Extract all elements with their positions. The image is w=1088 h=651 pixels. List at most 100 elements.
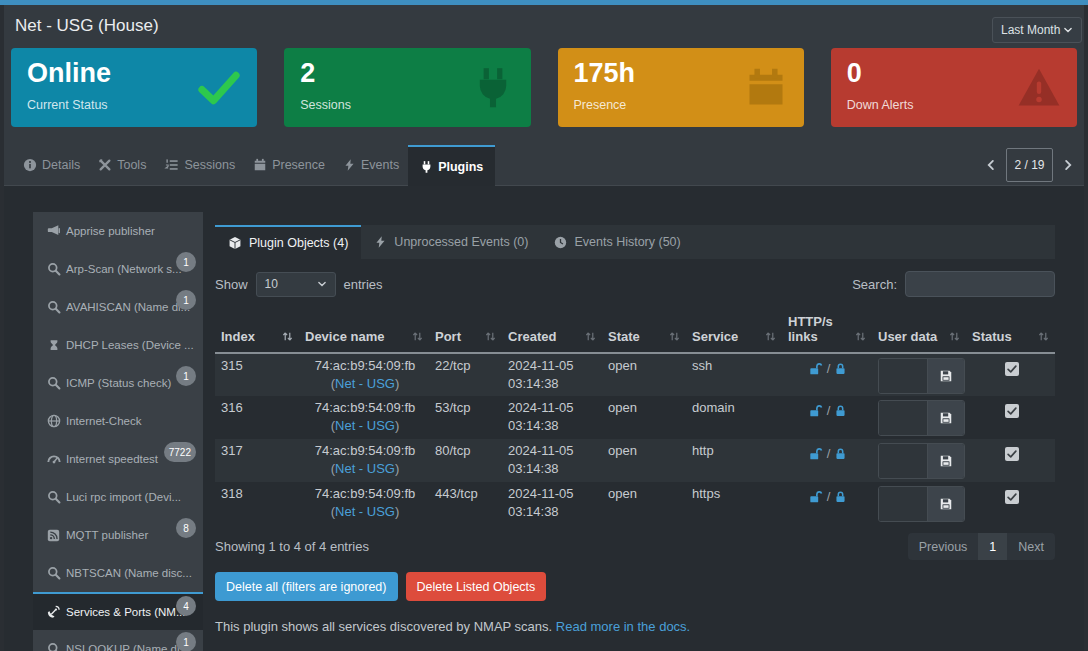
period-selector[interactable]: Last Month — [992, 17, 1082, 43]
chevron-right-icon[interactable] — [1062, 158, 1074, 172]
status-checkbox[interactable] — [1005, 490, 1019, 504]
sidebar-item-badge: 1 — [176, 290, 196, 310]
column-header-label: Device name — [305, 329, 385, 344]
warning-icon — [1016, 66, 1062, 110]
sidebar-item[interactable]: AVAHISCAN (Name di...1 — [33, 288, 203, 326]
tab-sessions[interactable]: Sessions — [155, 145, 244, 185]
plugin-tab[interactable]: Plugin Objects (4) — [215, 225, 361, 259]
user-data-input[interactable] — [879, 487, 927, 521]
column-header-service[interactable]: Service — [686, 305, 782, 353]
column-header-user-data[interactable]: User data — [872, 305, 966, 353]
device-mac: 74:ac:b9:54:09:fb — [305, 442, 425, 460]
column-header-label: Port — [435, 329, 461, 344]
sidebar-item[interactable]: Internet speedtest7722 — [33, 440, 203, 478]
https-link-icon[interactable] — [834, 447, 847, 461]
column-header-device-name[interactable]: Device name — [299, 305, 429, 353]
sort-icon — [281, 330, 294, 343]
device-link[interactable]: Net - USG — [335, 376, 395, 391]
sidebar-item[interactable]: MQTT publisher8 — [33, 516, 203, 554]
save-user-data-button[interactable] — [927, 487, 964, 521]
cell-index: 316 — [215, 396, 299, 439]
user-data-widget — [878, 486, 965, 522]
sidebar-item-badge: 1 — [176, 366, 196, 386]
top-accent-bar — [0, 0, 1088, 5]
plugin-tab-label: Unprocessed Events (0) — [394, 235, 528, 249]
sidebar-item[interactable]: NBTSCAN (Name disc... — [33, 554, 203, 592]
next-page-button[interactable]: Next — [1007, 533, 1055, 560]
status-checkbox[interactable] — [1005, 447, 1019, 461]
https-link-icon[interactable] — [834, 404, 847, 418]
sidebar-item-label: Internet speedtest — [66, 453, 158, 465]
created-time: 03:14:38 — [508, 460, 598, 478]
user-data-input[interactable] — [879, 401, 927, 435]
user-data-input[interactable] — [879, 359, 927, 393]
floppy-icon — [939, 454, 953, 468]
chevron-left-icon[interactable] — [985, 158, 997, 172]
save-user-data-button[interactable] — [927, 444, 964, 478]
https-link-icon[interactable] — [834, 362, 847, 376]
tab-tools[interactable]: Tools — [89, 145, 155, 185]
tab-content: Apprise publisherArp-Scan (Network s...1… — [4, 186, 1084, 651]
page-size-value: 10 — [265, 277, 278, 291]
column-header-status[interactable]: Status — [966, 305, 1055, 353]
plugin-tab[interactable]: Events History (50) — [541, 225, 693, 259]
sidebar-item[interactable]: Services & Ports (NM...4 — [33, 592, 203, 630]
http-link-icon[interactable] — [809, 447, 823, 461]
cell-state: open — [602, 439, 686, 482]
sidebar-item[interactable]: NSLOOKUP (Name di...1 — [33, 630, 203, 651]
previous-page-button[interactable]: Previous — [908, 533, 979, 560]
sidebar-item[interactable]: DHCP Leases (Device ... — [33, 326, 203, 364]
http-links: / — [788, 442, 868, 463]
status-checkbox[interactable] — [1005, 362, 1019, 376]
tab-presence[interactable]: Presence — [244, 145, 334, 185]
sort-icon — [764, 330, 777, 343]
device-link[interactable]: Net - USG — [335, 418, 395, 433]
sidebar-item[interactable]: Apprise publisher — [33, 212, 203, 250]
column-header-port[interactable]: Port — [429, 305, 502, 353]
delete-all-button[interactable]: Delete all (filters are ignored) — [215, 572, 398, 601]
tab-events[interactable]: Events — [334, 145, 408, 185]
page-size-select[interactable]: 10 — [256, 272, 336, 297]
sort-icon — [668, 330, 681, 343]
floppy-icon — [939, 369, 953, 383]
tab-details[interactable]: Details — [14, 145, 89, 185]
tacho-icon — [46, 452, 61, 466]
plugin-tab[interactable]: Unprocessed Events (0) — [361, 225, 541, 259]
column-header-created[interactable]: Created — [502, 305, 602, 353]
http-link-icon[interactable] — [809, 404, 823, 418]
search-input[interactable] — [905, 271, 1055, 297]
table-row: 31674:ac:b9:54:09:fb(Net - USG)53/tcp202… — [215, 396, 1055, 439]
column-header-state[interactable]: State — [602, 305, 686, 353]
cell-service: https — [686, 482, 782, 525]
tab-label: Details — [42, 158, 80, 172]
device-mac: 74:ac:b9:54:09:fb — [305, 485, 425, 503]
https-link-icon[interactable] — [834, 490, 847, 504]
save-user-data-button[interactable] — [927, 401, 964, 435]
search-icon — [46, 642, 61, 651]
sort-icon — [1037, 330, 1050, 343]
docs-link[interactable]: Read more in the docs. — [556, 619, 690, 634]
sidebar-item-label: Services & Ports (NM... — [66, 606, 186, 618]
status-checkbox[interactable] — [1005, 404, 1019, 418]
http-links: / — [788, 357, 868, 378]
search-label: Search: — [852, 277, 897, 292]
http-link-icon[interactable] — [809, 490, 823, 504]
sidebar-item[interactable]: Arp-Scan (Network s...1 — [33, 250, 203, 288]
sidebar-item[interactable]: Luci rpc import (Devi... — [33, 478, 203, 516]
column-header-index[interactable]: Index — [215, 305, 299, 353]
device-link[interactable]: Net - USG — [335, 504, 395, 519]
sidebar-item[interactable]: Internet-Check — [33, 402, 203, 440]
column-header-label: Created — [508, 329, 556, 344]
device-link[interactable]: Net - USG — [335, 461, 395, 476]
save-user-data-button[interactable] — [927, 359, 964, 393]
delete-listed-button[interactable]: Delete Listed Objects — [406, 572, 547, 601]
user-data-input[interactable] — [879, 444, 927, 478]
bolt-icon — [343, 158, 356, 172]
sidebar-item[interactable]: ICMP (Status check)1 — [33, 364, 203, 402]
tab-plugins[interactable]: Plugins — [408, 145, 495, 186]
http-link-icon[interactable] — [809, 362, 823, 376]
bolt-icon — [374, 235, 387, 249]
current-page-button[interactable]: 1 — [978, 533, 1007, 560]
clock-icon — [554, 236, 567, 249]
column-header-http-s-links[interactable]: HTTP/s links — [782, 305, 872, 353]
